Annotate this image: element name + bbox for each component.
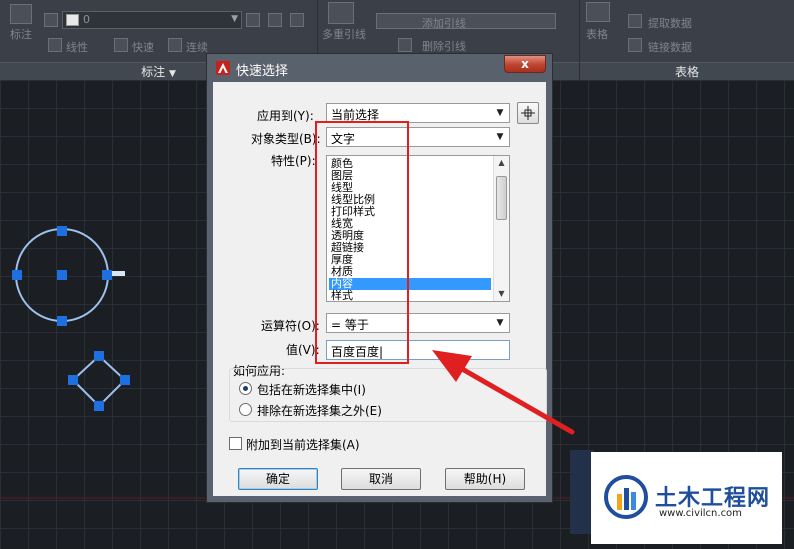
operator-label: 运算符(O): [261, 319, 320, 333]
radio-dot [243, 386, 248, 391]
add-leader-icon[interactable] [398, 38, 412, 52]
close-button[interactable]: x [504, 55, 546, 73]
linear-dimension-icon[interactable] [48, 38, 62, 52]
include-label[interactable]: 包括在新选择集中(I) [257, 381, 366, 398]
ok-button[interactable]: 确定 [238, 468, 318, 490]
add-leader-label[interactable]: 添加引线 [422, 15, 466, 31]
circle-grip-top[interactable] [57, 226, 67, 236]
dimension-label: 标注 [10, 28, 32, 41]
apply-to-select[interactable]: 当前选择 ▼ [326, 103, 510, 123]
dimension-style-value: 0 [83, 13, 90, 26]
object-type-label: 对象类型(B): [251, 132, 321, 146]
chevron-down-icon: ▼ [231, 14, 238, 24]
multileader-label[interactable]: 多重引线 [322, 26, 366, 42]
diamond-grip-top[interactable] [94, 351, 104, 361]
dim-break-icon[interactable] [246, 13, 260, 27]
extract-data-label[interactable]: 提取数据 [648, 15, 692, 31]
append-label[interactable]: 附加到当前选择集(A) [246, 436, 360, 453]
watermark-url: www.civilcn.com [659, 508, 742, 519]
include-radio[interactable] [239, 382, 252, 395]
properties-scrollbar[interactable]: ▲ ▼ [493, 156, 509, 301]
link-data-icon[interactable] [628, 38, 642, 52]
annotation-panel-title-text: 标注 [141, 65, 166, 79]
apply-to-label: 应用到(Y): [257, 109, 314, 123]
cancel-button[interactable]: 取消 [341, 468, 421, 490]
color-swatch [66, 14, 79, 26]
table-panel-title[interactable]: 表格 [580, 62, 794, 80]
dim-adjust-icon[interactable] [268, 13, 282, 27]
properties-label: 特性(P): [271, 154, 316, 168]
crosshair-pick-icon [521, 106, 535, 120]
table-icon[interactable] [586, 2, 610, 22]
chevron-down-icon: ▼ [496, 108, 504, 118]
circle-grip-right[interactable] [102, 270, 112, 280]
circle-grip-left[interactable] [12, 270, 22, 280]
autocad-logo-icon [216, 61, 230, 75]
dialog-title: 快速选择 [236, 64, 289, 79]
quick-dimension-icon[interactable] [114, 38, 128, 52]
link-data-label[interactable]: 链接数据 [648, 39, 692, 55]
civilcn-logo-icon [604, 475, 648, 519]
continue-dimension-icon[interactable] [168, 38, 182, 52]
close-icon: x [521, 57, 529, 71]
circle-grip-bottom[interactable] [57, 316, 67, 326]
select-objects-button[interactable] [517, 102, 539, 124]
scroll-up-icon[interactable]: ▲ [494, 156, 509, 170]
annotation-arrow [432, 350, 575, 435]
table-panel: 表格 提取数据 链接数据 表格 [580, 0, 794, 80]
extract-data-icon[interactable] [628, 14, 642, 28]
highlight-box [315, 121, 409, 364]
dimension-icon[interactable] [10, 4, 32, 24]
linear-label[interactable]: 线性 [66, 39, 88, 55]
dimension-style-dropdown[interactable]: 0 ▼ [62, 11, 242, 29]
circle-grip-center[interactable] [57, 270, 67, 280]
diamond-grip-bottom[interactable] [94, 401, 104, 411]
quick-label[interactable]: 快速 [132, 39, 154, 55]
chevron-down-icon: ▼ [496, 318, 504, 328]
diamond-grip-right[interactable] [120, 375, 130, 385]
help-button[interactable]: 帮助(H) [445, 468, 525, 490]
dimension-style-icon[interactable] [44, 13, 58, 27]
continue-label[interactable]: 连续 [186, 39, 208, 55]
exclude-label[interactable]: 排除在新选择集之外(E) [257, 402, 382, 419]
selected-diamond[interactable] [71, 354, 127, 408]
append-checkbox[interactable] [229, 437, 242, 450]
dialog-titlebar[interactable]: 快速选择 x [207, 54, 552, 82]
watermark: 土木工程网 www.civilcn.com [591, 452, 782, 544]
diamond-grip-left[interactable] [68, 375, 78, 385]
leader-style-icon[interactable] [376, 13, 556, 29]
exclude-radio[interactable] [239, 403, 252, 416]
panel-expand-icon: ▼ [168, 69, 176, 79]
multileader-icon[interactable] [328, 2, 354, 24]
scroll-down-icon[interactable]: ▼ [494, 287, 509, 301]
chevron-down-icon: ▼ [496, 132, 504, 142]
table-label[interactable]: 表格 [586, 26, 608, 42]
remove-leader-label[interactable]: 删除引线 [422, 38, 466, 54]
scroll-thumb[interactable] [496, 176, 507, 220]
dim-space-icon[interactable] [290, 13, 304, 27]
